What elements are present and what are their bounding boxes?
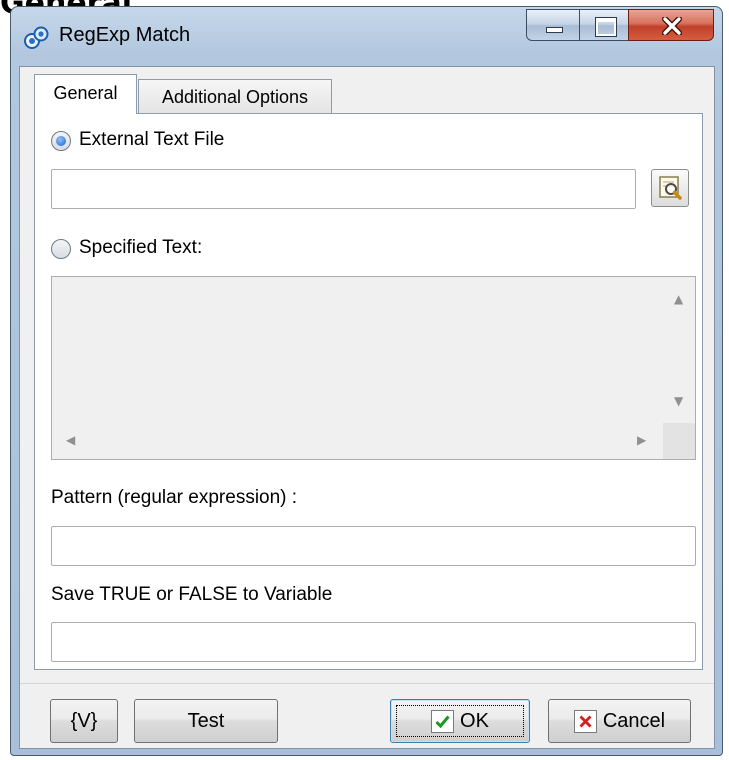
tab-panel-general: External Text File Specified Text: ▲ ▼ ◀… bbox=[34, 113, 703, 670]
save-variable-field[interactable] bbox=[51, 622, 696, 662]
specified-text-label[interactable]: Specified Text: bbox=[79, 237, 202, 259]
browse-file-icon bbox=[659, 176, 682, 200]
ok-button-label: OK bbox=[460, 709, 489, 732]
file-path-input[interactable] bbox=[52, 170, 635, 208]
specified-text-area[interactable] bbox=[52, 277, 665, 419]
scroll-left-arrow-icon[interactable]: ◀ bbox=[66, 434, 75, 446]
specified-text-memo[interactable]: ▲ ▼ ◀ ▶ bbox=[51, 276, 696, 460]
external-text-file-radio[interactable] bbox=[51, 131, 71, 151]
scroll-down-arrow-icon[interactable]: ▼ bbox=[674, 395, 683, 407]
maximize-button[interactable] bbox=[579, 9, 629, 41]
maximize-icon bbox=[595, 17, 617, 37]
close-icon bbox=[662, 17, 682, 35]
test-button-label: Test bbox=[187, 709, 225, 732]
title-bar[interactable]: RegExp Match bbox=[11, 7, 722, 67]
test-button[interactable]: Test bbox=[134, 699, 278, 743]
cancel-button[interactable]: Cancel bbox=[548, 699, 691, 743]
horizontal-scrollbar[interactable]: ◀ ▶ bbox=[52, 423, 663, 459]
scrollbar-corner bbox=[663, 423, 695, 459]
vertical-scrollbar[interactable]: ▲ ▼ bbox=[663, 277, 695, 423]
ok-button[interactable]: OK bbox=[390, 699, 530, 743]
close-button[interactable] bbox=[628, 9, 714, 41]
window-title: RegExp Match bbox=[59, 24, 191, 46]
scroll-right-arrow-icon[interactable]: ▶ bbox=[637, 434, 646, 446]
insert-variable-button[interactable]: {V} bbox=[50, 699, 118, 743]
save-variable-label: Save TRUE or FALSE to Variable bbox=[51, 584, 333, 605]
cancel-button-label: Cancel bbox=[602, 709, 666, 732]
save-variable-input[interactable] bbox=[52, 623, 695, 661]
tab-general[interactable]: General bbox=[34, 74, 137, 114]
scroll-up-arrow-icon[interactable]: ▲ bbox=[674, 293, 683, 305]
regexp-app-icon bbox=[23, 25, 49, 51]
pattern-input[interactable] bbox=[52, 527, 695, 565]
tab-additional-options[interactable]: Additional Options bbox=[138, 79, 332, 115]
checkmark-icon bbox=[431, 709, 455, 733]
pattern-field[interactable] bbox=[51, 526, 696, 566]
dialog-window: RegExp Match General Additional Options … bbox=[10, 6, 723, 756]
file-path-field[interactable] bbox=[51, 169, 636, 209]
dialog-client-area: General Additional Options External Text… bbox=[19, 66, 715, 749]
external-text-file-label[interactable]: External Text File bbox=[79, 129, 224, 151]
minimize-icon bbox=[546, 27, 563, 33]
insert-variable-label: {V} bbox=[70, 709, 98, 732]
minimize-button[interactable] bbox=[526, 9, 580, 41]
specified-text-radio[interactable] bbox=[51, 239, 71, 259]
pattern-label: Pattern (regular expression) : bbox=[51, 487, 298, 508]
browse-file-button[interactable] bbox=[651, 169, 689, 207]
footer-divider bbox=[20, 683, 714, 684]
x-mark-icon bbox=[573, 709, 597, 733]
